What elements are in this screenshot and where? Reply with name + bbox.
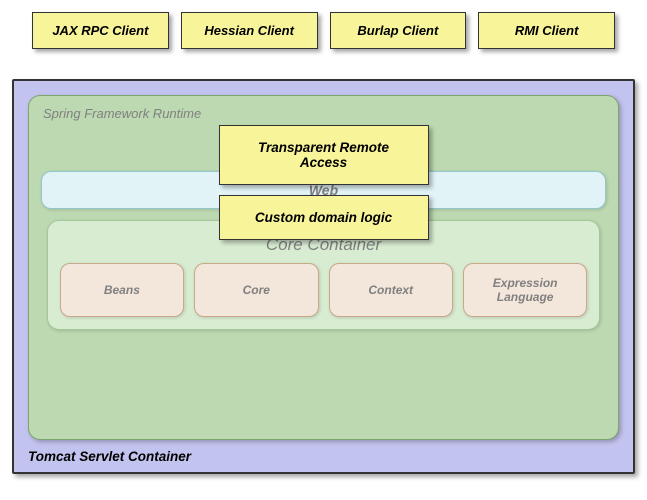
tomcat-container: Spring Framework Runtime Transparent Rem… bbox=[12, 79, 635, 474]
center-stack: Transparent Remote Access Web Custom dom… bbox=[41, 125, 606, 330]
spring-runtime-label: Spring Framework Runtime bbox=[41, 106, 606, 121]
module-context: Context bbox=[329, 263, 453, 317]
module-beans: Beans bbox=[60, 263, 184, 317]
client-rmi: RMI Client bbox=[478, 12, 615, 49]
clients-row: JAX RPC Client Hessian Client Burlap Cli… bbox=[12, 12, 635, 49]
client-hessian: Hessian Client bbox=[181, 12, 318, 49]
client-jax-rpc: JAX RPC Client bbox=[32, 12, 169, 49]
tomcat-container-label: Tomcat Servlet Container bbox=[28, 449, 191, 464]
module-expression-language: Expression Language bbox=[463, 263, 587, 317]
remote-access-box: Transparent Remote Access bbox=[219, 125, 429, 185]
spring-runtime: Spring Framework Runtime Transparent Rem… bbox=[28, 95, 619, 440]
domain-logic-box: Custom domain logic bbox=[219, 195, 429, 240]
module-core: Core bbox=[194, 263, 318, 317]
module-row: Beans Core Context Expression Language bbox=[60, 263, 588, 317]
client-burlap: Burlap Client bbox=[330, 12, 467, 49]
